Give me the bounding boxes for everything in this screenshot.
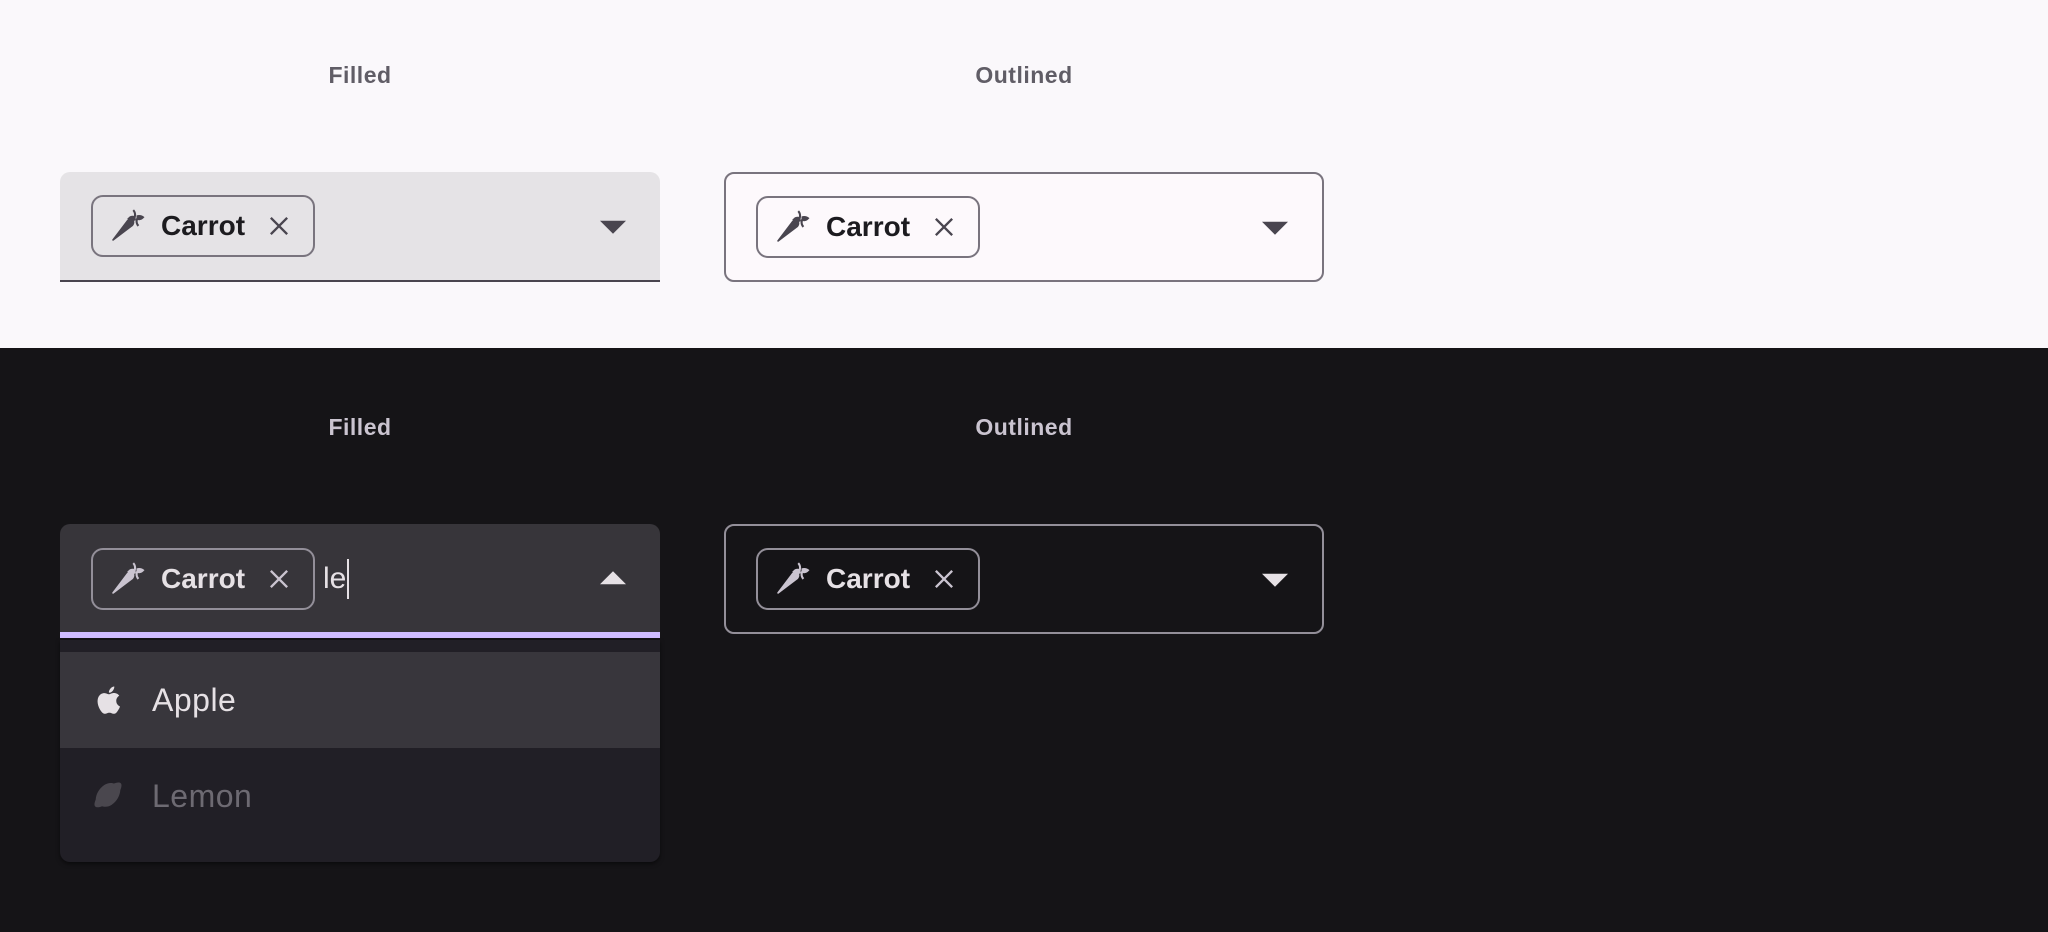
close-icon[interactable] <box>265 212 293 240</box>
carrot-chip[interactable]: Carrot <box>756 196 981 258</box>
outlined-select-field[interactable]: Carrot <box>724 524 1324 634</box>
chip-label: Carrot <box>826 211 911 242</box>
filled-heading: Filled <box>328 414 392 440</box>
dropdown-arrow-icon[interactable] <box>1262 221 1288 235</box>
filled-select-field[interactable]: Carrot <box>60 172 660 282</box>
carrot-chip[interactable]: Carrot <box>91 195 316 257</box>
dropdown-arrow-icon[interactable] <box>1262 573 1288 587</box>
carrot-icon <box>777 562 810 594</box>
menu-item-apple[interactable]: Apple <box>60 652 660 748</box>
menu-item-label: Apple <box>152 681 237 718</box>
chip-label: Carrot <box>826 563 911 594</box>
chip-label: Carrot <box>161 210 246 241</box>
close-icon[interactable] <box>930 213 958 241</box>
dropdown-arrow-icon[interactable] <box>600 220 626 234</box>
outlined-heading: Outlined <box>975 414 1073 440</box>
close-icon[interactable] <box>265 565 293 593</box>
dark-theme-section: Filled Outlined Carrot le Apple Lemon Ca… <box>0 348 2048 932</box>
filled-select-field-focused[interactable]: Carrot le <box>60 524 660 638</box>
menu-item-lemon: Lemon <box>60 748 660 844</box>
search-input[interactable]: le <box>323 559 350 599</box>
carrot-icon <box>112 209 145 241</box>
chip-label: Carrot <box>161 563 246 594</box>
light-theme-section: Filled Outlined Carrot Carrot <box>0 0 2048 348</box>
carrot-chip[interactable]: Carrot <box>91 548 316 610</box>
carrot-icon <box>112 562 145 594</box>
carrot-chip[interactable]: Carrot <box>756 548 981 610</box>
filled-heading: Filled <box>328 62 392 88</box>
carrot-icon <box>777 210 810 242</box>
menu-item-label: Lemon <box>152 777 253 814</box>
lemon-icon <box>94 782 122 808</box>
outlined-select-field[interactable]: Carrot <box>724 172 1324 282</box>
options-menu: Apple Lemon <box>60 640 660 862</box>
close-icon[interactable] <box>930 565 958 593</box>
outlined-heading: Outlined <box>975 62 1073 88</box>
focus-indicator <box>60 632 660 638</box>
dropdown-arrow-up-icon[interactable] <box>600 571 626 585</box>
apple-icon <box>97 686 120 714</box>
